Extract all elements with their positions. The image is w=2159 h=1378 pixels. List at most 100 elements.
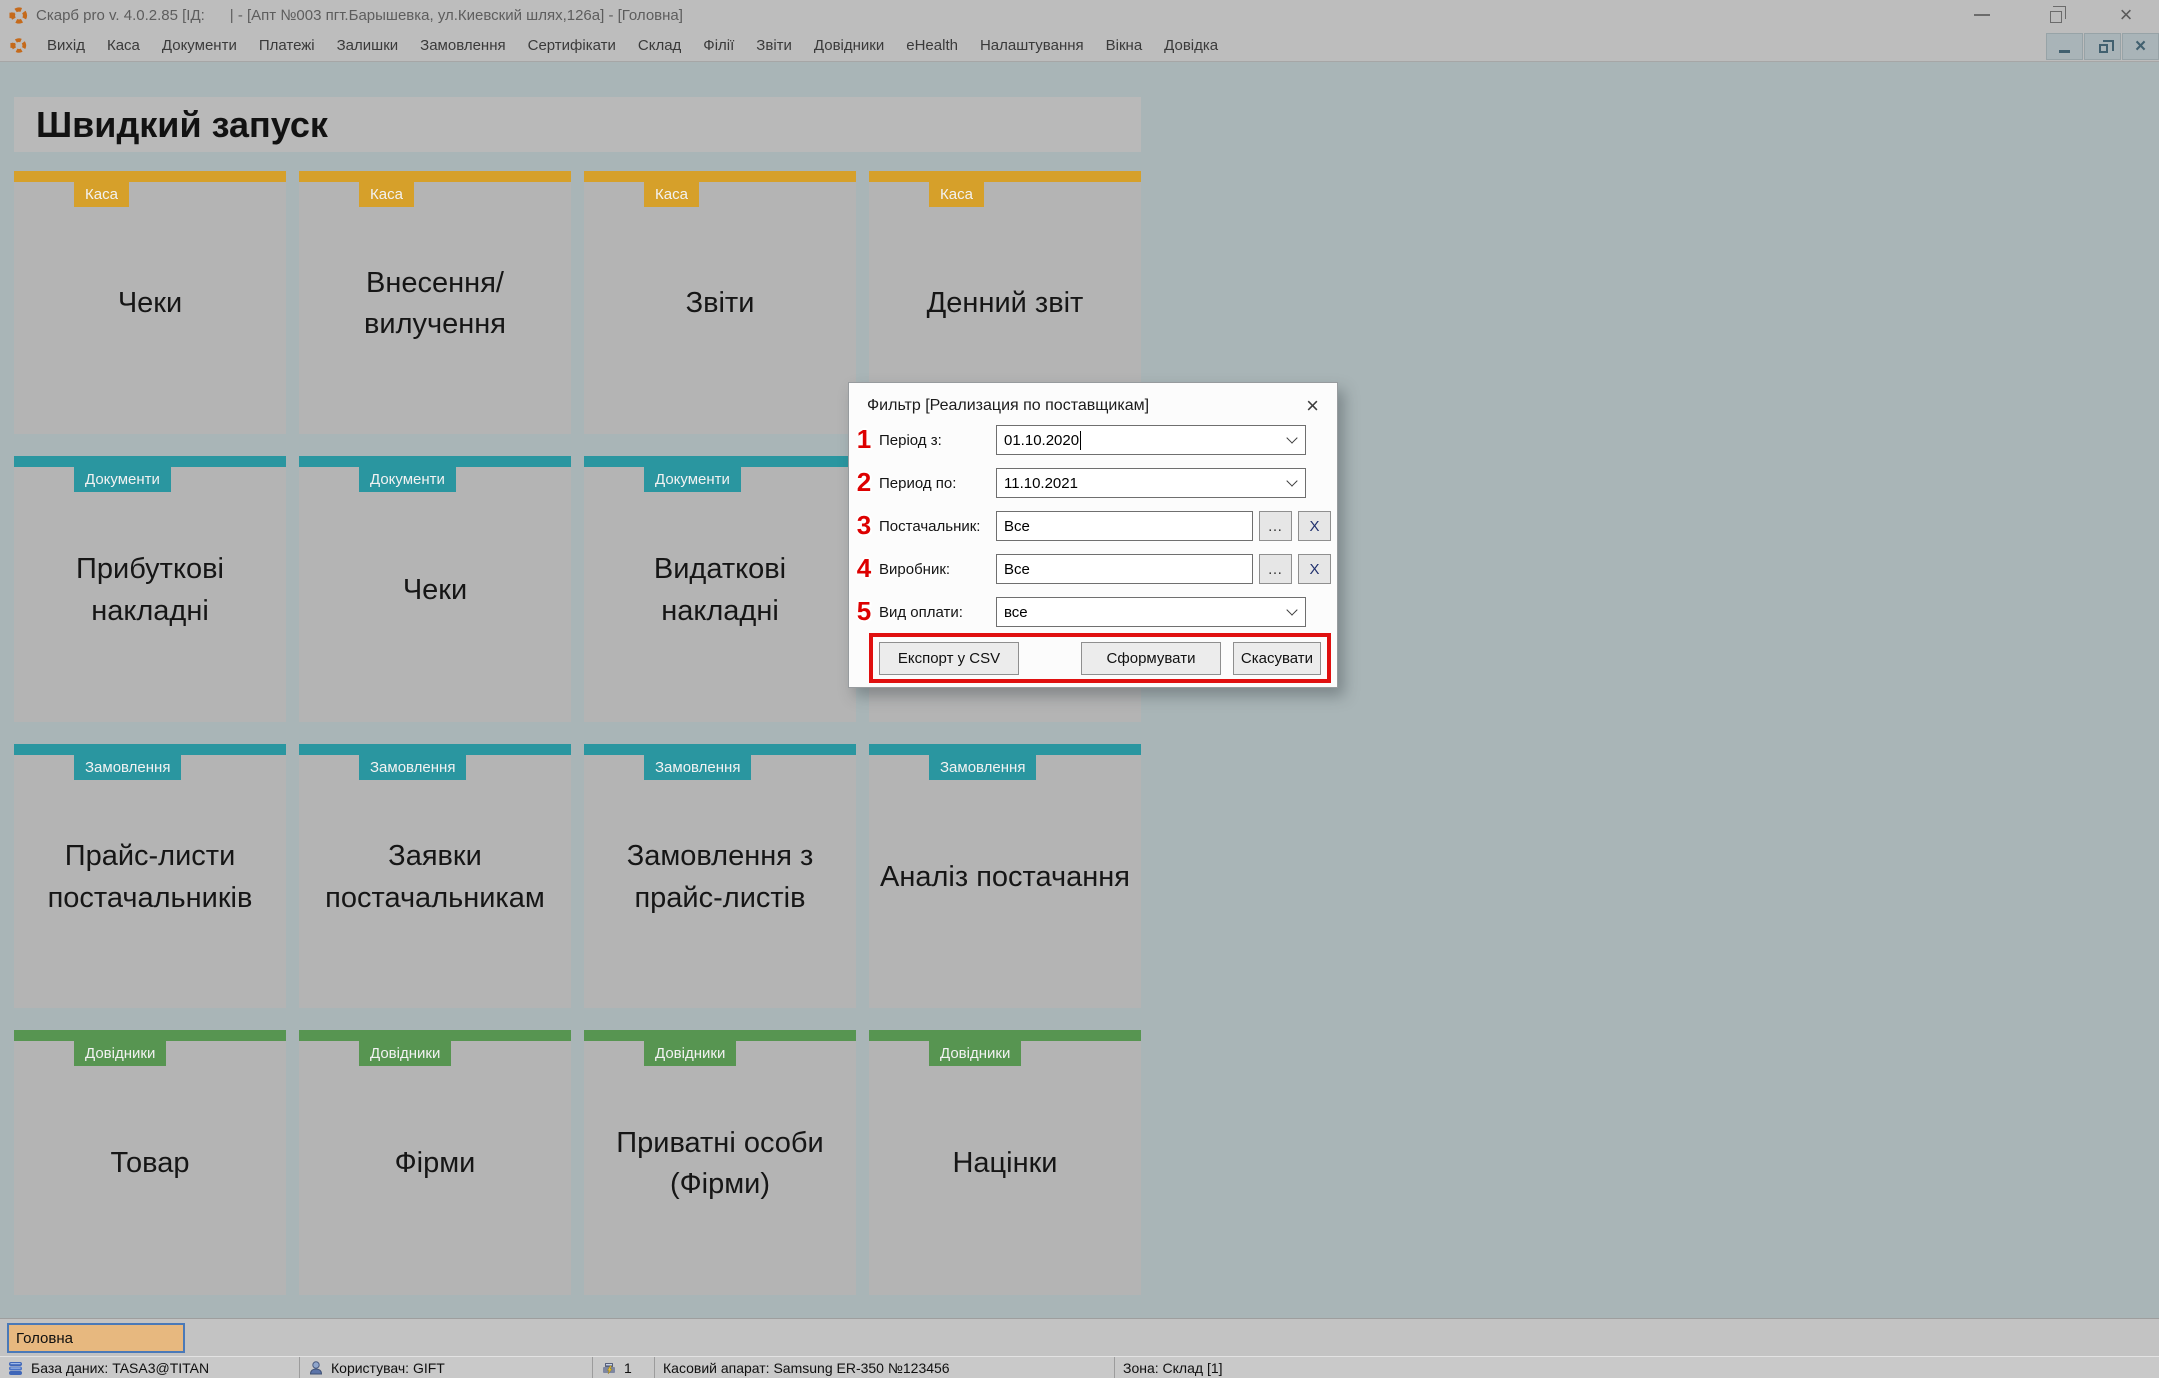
tile-label: Націнки: [877, 1041, 1133, 1287]
status-cash-register: Касовий апарат: Samsung ER-350 №123456: [663, 1360, 950, 1376]
supplier-input[interactable]: Все: [996, 511, 1253, 541]
period-to-label: Период по:: [879, 475, 996, 492]
menu-item-zalyshky[interactable]: Залишки: [326, 32, 410, 59]
tile-label: Звіти: [592, 182, 848, 426]
annotation-number-1: 1: [851, 424, 877, 455]
tile-cheky-kasa[interactable]: Каса Чеки: [14, 171, 286, 434]
page-title: Швидкий запуск: [14, 97, 1141, 152]
menu-item-zamovlennia[interactable]: Замовлення: [409, 32, 516, 59]
tile-category-bar: [869, 171, 1141, 182]
payment-type-input[interactable]: все: [996, 597, 1306, 627]
dialog-title: Фильтр [Реализация по поставщикам]: [867, 397, 1304, 415]
tile-label: Чеки: [307, 467, 563, 714]
status-zone: Зона: Склад [1]: [1123, 1360, 1223, 1376]
tile-prais-lysty-postachalnykiv[interactable]: Замовлення Прайс-листи постачальників: [14, 744, 286, 1008]
tile-label: Товар: [22, 1041, 278, 1287]
status-register-count: 1: [624, 1360, 632, 1376]
menu-item-kasa[interactable]: Каса: [96, 32, 151, 59]
tile-tovar[interactable]: Довідники Товар: [14, 1030, 286, 1295]
restore-button[interactable]: [2041, 3, 2067, 27]
manufacturer-input[interactable]: Все: [996, 554, 1253, 584]
chevron-down-icon[interactable]: [1279, 426, 1305, 454]
manufacturer-label: Виробник:: [879, 561, 996, 578]
tile-prybutkovi-nakladni[interactable]: Документи Прибуткові накладні: [14, 456, 286, 722]
tab-holovna[interactable]: Головна: [7, 1323, 185, 1353]
mdi-restore-button[interactable]: [2084, 33, 2121, 60]
annotation-number-3: 3: [851, 510, 877, 541]
cash-register-icon: [601, 1360, 617, 1376]
tile-category-bar: [299, 171, 571, 182]
generate-button[interactable]: Сформувати: [1081, 642, 1221, 675]
tile-label: Фірми: [307, 1041, 563, 1287]
filter-dialog: Фильтр [Реализация по поставщикам] × 1 П…: [848, 382, 1338, 688]
supplier-label: Постачальник:: [879, 518, 996, 535]
chevron-down-icon[interactable]: [1279, 469, 1305, 497]
tile-category-bar: [14, 744, 286, 755]
close-button[interactable]: ×: [2113, 3, 2139, 27]
tile-analiz-postachannia[interactable]: Замовлення Аналіз постачання: [869, 744, 1141, 1008]
menu-item-platezhi[interactable]: Платежі: [248, 32, 326, 59]
tile-cheky-dokumenty[interactable]: Документи Чеки: [299, 456, 571, 722]
period-to-input[interactable]: 11.10.2021: [996, 468, 1306, 498]
supplier-clear-button[interactable]: X: [1298, 511, 1331, 541]
annotation-number-2: 2: [851, 467, 877, 498]
tile-label: Аналіз постачання: [877, 755, 1133, 1000]
tile-category-bar: [299, 1030, 571, 1041]
chevron-down-icon[interactable]: [1279, 598, 1305, 626]
tile-vnesennia-vyluchennia[interactable]: Каса Внесення/вилучення: [299, 171, 571, 434]
application-window: Скарб pro v. 4.0.2.85 [ІД: | - [Апт №003…: [0, 0, 2159, 1378]
tile-category-bar: [869, 1030, 1141, 1041]
cancel-button[interactable]: Скасувати: [1233, 642, 1321, 675]
period-to-value: 11.10.2021: [1004, 475, 1279, 492]
period-from-input[interactable]: 01.10.2020: [996, 425, 1306, 455]
supplier-browse-button[interactable]: …: [1259, 511, 1292, 541]
text-cursor: [1080, 431, 1081, 450]
menu-item-dovidka[interactable]: Довідка: [1153, 32, 1229, 59]
menu-item-vykhid[interactable]: Вихід: [36, 32, 96, 59]
export-csv-button[interactable]: Експорт у CSV: [879, 642, 1019, 675]
menu-item-dovidnyky[interactable]: Довідники: [803, 32, 895, 59]
tile-category-bar: [584, 1030, 856, 1041]
tab-strip: Головна: [0, 1318, 2159, 1356]
user-icon: [308, 1360, 324, 1376]
tile-vydatkovi-nakladni[interactable]: Документи Видаткові накладні: [584, 456, 856, 722]
tile-pryvatni-osoby[interactable]: Довідники Приватні особи (Фірми): [584, 1030, 856, 1295]
menu-item-ehealth[interactable]: eHealth: [895, 32, 969, 59]
quick-launch-grid: Каса Чеки Каса Внесення/вилучення Каса З…: [14, 171, 1141, 1295]
menu-item-zvity[interactable]: Звіти: [745, 32, 803, 59]
tile-category-bar: [869, 744, 1141, 755]
menu-bar: Вихід Каса Документи Платежі Залишки Зам…: [0, 30, 2159, 62]
tile-zvity-kasa[interactable]: Каса Звіти: [584, 171, 856, 434]
menu-item-sklad[interactable]: Склад: [627, 32, 692, 59]
tile-label: Прайс-листи постачальників: [22, 755, 278, 1000]
tile-zamovlennia-z-prais-lystiv[interactable]: Замовлення Замовлення з прайс-листів: [584, 744, 856, 1008]
manufacturer-browse-button[interactable]: …: [1259, 554, 1292, 584]
mdi-close-button[interactable]: ×: [2122, 33, 2159, 60]
supplier-value: Все: [1004, 518, 1030, 535]
database-icon: [8, 1360, 24, 1376]
payment-type-value: все: [1004, 604, 1279, 621]
annotation-number-5: 5: [851, 596, 877, 627]
status-bar: База даних: TASA3@TITAN Користувач: GIFT: [0, 1356, 2159, 1378]
title-bar: Скарб pro v. 4.0.2.85 [ІД: | - [Апт №003…: [0, 0, 2159, 30]
menu-item-sertyfikaty[interactable]: Сертифікати: [517, 32, 627, 59]
menu-logo-icon: [8, 36, 28, 56]
tile-category-bar: [584, 456, 856, 467]
manufacturer-value: Все: [1004, 561, 1030, 578]
tile-label: Замовлення з прайс-листів: [592, 755, 848, 1000]
tile-zaiavky-postachalnykam[interactable]: Замовлення Заявки постачальникам: [299, 744, 571, 1008]
tile-natsinky[interactable]: Довідники Націнки: [869, 1030, 1141, 1295]
mdi-minimize-button[interactable]: [2046, 33, 2083, 60]
menu-item-filii[interactable]: Філії: [692, 32, 745, 59]
manufacturer-clear-button[interactable]: X: [1298, 554, 1331, 584]
minimize-button[interactable]: [1969, 3, 1995, 27]
tile-category-bar: [584, 744, 856, 755]
menu-item-dokumenty[interactable]: Документи: [151, 32, 248, 59]
payment-type-label: Вид оплати:: [879, 604, 996, 621]
tile-category-bar: [14, 456, 286, 467]
tile-category-bar: [14, 1030, 286, 1041]
dialog-close-icon[interactable]: ×: [1304, 395, 1321, 417]
menu-item-nalashtuvannia[interactable]: Налаштування: [969, 32, 1095, 59]
menu-item-vikna[interactable]: Вікна: [1095, 32, 1154, 59]
tile-firmy[interactable]: Довідники Фірми: [299, 1030, 571, 1295]
